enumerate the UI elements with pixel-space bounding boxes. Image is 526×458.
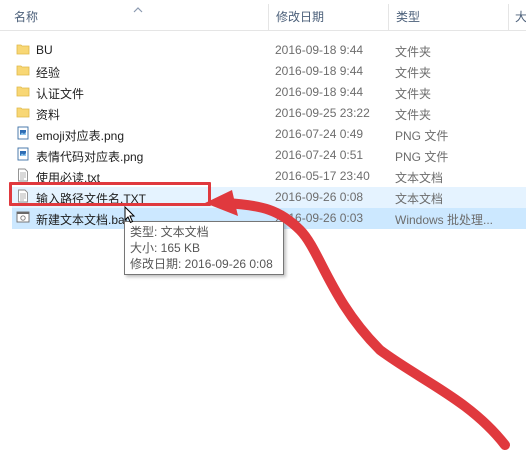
annotation-arrow-icon [205, 190, 510, 450]
